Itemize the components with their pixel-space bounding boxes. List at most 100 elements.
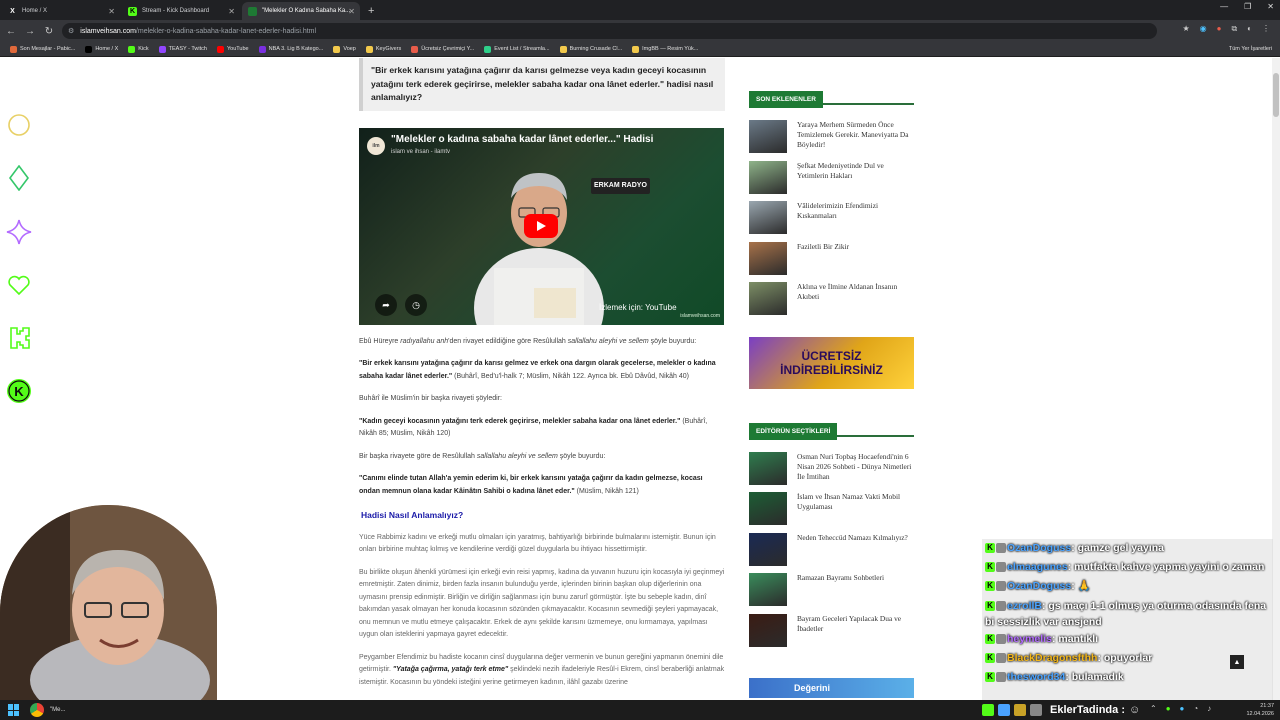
recent-post-item[interactable]: Yaraya Merhem Sürmeden Önce Temizlemek G… <box>749 120 914 161</box>
tray-app-icon[interactable]: ● <box>1180 704 1185 713</box>
page-scrollbar[interactable] <box>1272 58 1280 700</box>
bottom-banner[interactable]: Değerini <box>749 678 914 698</box>
bookmark-item[interactable]: KeyGivers <box>365 45 401 53</box>
editor-pick-item[interactable]: Neden Teheccüd Namazı Kılmalıyız? <box>749 532 914 574</box>
channel-logo-icon[interactable]: ilm <box>367 137 385 156</box>
post-thumbnail[interactable] <box>749 120 787 153</box>
youtube-video-player[interactable]: ilm "Melekler o kadına sabaha kadar lâne… <box>359 127 724 325</box>
kick-icon <box>982 704 994 716</box>
recent-post-item[interactable]: Vâlidelerimizin Efendimizi Kıskanmaları <box>749 201 914 242</box>
video-actions: ➦ ◷ <box>375 293 427 316</box>
heart-icon[interactable] <box>6 272 32 298</box>
bookmark-item[interactable]: NBA 3. Lig B Katego... <box>258 45 323 53</box>
post-thumbnail[interactable] <box>749 613 787 647</box>
taskbar-chrome-label[interactable]: "Me... <box>50 707 65 713</box>
tab-home-x[interactable]: X Home / X ✕ <box>2 2 120 20</box>
editor-pick-item[interactable]: Bayram Geceleri Yapılacak Dua ve İbadetl… <box>749 613 914 655</box>
bookmark-item[interactable]: Home / X <box>85 45 118 53</box>
close-icon[interactable]: ✕ <box>228 7 235 16</box>
text: sallallahu aleyhi ve sellem <box>567 337 649 345</box>
video-title[interactable]: "Melekler o kadına sabaha kadar lânet ed… <box>391 134 653 147</box>
post-thumbnail[interactable] <box>749 532 787 566</box>
forward-icon[interactable]: → <box>22 26 38 37</box>
scroll-top-button[interactable]: ▲ <box>1230 655 1244 669</box>
circle-icon[interactable] <box>6 112 32 138</box>
kick-badge-icon: K <box>985 601 995 612</box>
reload-icon[interactable]: ↻ <box>41 26 57 37</box>
post-title-link[interactable]: Bayram Geceleri Yapılacak Dua ve İbadetl… <box>797 614 914 634</box>
scrollbar-thumb[interactable] <box>1273 73 1279 117</box>
network-icon[interactable]: ◔ <box>1193 704 1198 713</box>
tray-chevron-icon[interactable]: ⌃ <box>1150 704 1157 713</box>
site-info-icon[interactable]: ⚙ <box>68 27 74 35</box>
post-thumbnail[interactable] <box>749 282 787 315</box>
menu-icon[interactable]: ⋮ <box>1262 24 1270 34</box>
watch-later-icon[interactable]: ◷ <box>405 293 427 316</box>
maximize-icon[interactable]: ❐ <box>1244 2 1251 11</box>
post-title-link[interactable]: Vâlidelerimizin Efendimizi Kıskanmaları <box>797 201 914 221</box>
editor-pick-item[interactable]: Ramazan Bayramı Sohbetleri <box>749 573 914 614</box>
video-header: ilm "Melekler o kadına sabaha kadar lâne… <box>367 134 653 159</box>
diamond-icon[interactable] <box>6 165 32 191</box>
post-thumbnail[interactable] <box>749 201 787 234</box>
tab-kick-dashboard[interactable]: K Stream - Kick Dashboard ✕ <box>122 2 240 20</box>
post-title-link[interactable]: Faziletli Bir Zikir <box>797 242 849 252</box>
close-icon[interactable]: ✕ <box>348 7 355 16</box>
play-button[interactable] <box>524 213 558 238</box>
address-bar[interactable]: ⚙ islamveihsan.com/melekler-o-kadina-sab… <box>62 23 1157 39</box>
all-bookmarks[interactable]: Tüm Yer İşaretleri <box>1229 46 1272 52</box>
back-icon[interactable]: ← <box>3 26 19 37</box>
volume-icon[interactable]: ♪ <box>1207 704 1211 713</box>
post-thumbnail[interactable] <box>749 573 787 606</box>
paragraph: Buhârî ile Müslim'in bir başka rivayeti … <box>359 395 502 403</box>
bookmark-item[interactable]: Son Mesajlar - Pabic... <box>10 45 75 53</box>
kick-logo-icon[interactable] <box>6 325 32 351</box>
recent-post-item[interactable]: Şefkat Medeniyetinde Dul ve Yetimlerin H… <box>749 160 914 202</box>
editor-pick-item[interactable]: Osman Nuri Topbaş Hocaefendi'nin 6 Nisan… <box>749 451 914 493</box>
new-tab-icon[interactable]: + <box>368 2 374 20</box>
extensions-puzzle-icon[interactable]: ⧉ <box>1231 24 1237 34</box>
paragraph: Bu birlikte oluşun âhenkli yürümesi için… <box>359 568 725 639</box>
sparkle-icon[interactable] <box>6 219 32 245</box>
star-icon[interactable]: ★ <box>1182 24 1189 34</box>
chrome-icon[interactable] <box>30 703 44 717</box>
editor-pick-item[interactable]: İslam ve İhsan Namaz Vakti Mobil Uygulam… <box>749 492 914 533</box>
bookmark-item[interactable]: ImgBB — Resim Yük... <box>632 45 699 53</box>
post-title-link[interactable]: Osman Nuri Topbaş Hocaefendi'nin 6 Nisan… <box>797 452 914 482</box>
recent-post-item[interactable]: Faziletli Bir Zikir <box>749 241 914 283</box>
tab-article[interactable]: "Melekler O Kadına Sabaha Ka... ✕ <box>242 2 360 20</box>
recent-post-item[interactable]: Aklına ve İlmine Aldanan İnsanın Akıbeti <box>749 282 914 323</box>
close-window-icon[interactable]: ✕ <box>1267 2 1274 11</box>
bookmark-item[interactable]: Event List / Streamla... <box>484 45 550 53</box>
post-title-link[interactable]: Şefkat Medeniyetinde Dul ve Yetimlerin H… <box>797 161 914 181</box>
free-download-banner[interactable]: ÜCRETSİZ İNDİREBİLİRSİNİZ <box>749 336 914 389</box>
post-title-link[interactable]: İslam ve İhsan Namaz Vakti Mobil Uygulam… <box>797 492 914 512</box>
watch-on-youtube[interactable]: İzlemek için: YouTube <box>599 302 677 315</box>
taskbar-clock[interactable]: 21:37 12.04.2026 <box>1246 702 1274 718</box>
post-title-link[interactable]: Yaraya Merhem Sürmeden Önce Temizlemek G… <box>797 120 914 150</box>
video-channel: islam ve ihsan - ilamtv <box>391 149 451 156</box>
post-title-link[interactable]: Aklına ve İlmine Aldanan İnsanın Akıbeti <box>797 282 914 302</box>
extension-icon[interactable]: ◉ <box>1200 24 1207 34</box>
bookmark-item[interactable]: Kick <box>128 45 149 53</box>
bookmark-label: ImgBB — Resim Yük... <box>642 46 699 52</box>
post-thumbnail[interactable] <box>749 492 787 525</box>
bookmark-item[interactable]: Voep <box>333 45 356 53</box>
bookmark-item[interactable]: YouTube <box>216 45 249 53</box>
post-thumbnail[interactable] <box>749 241 787 275</box>
bookmark-item[interactable]: Ücretsiz Çevrimiçi Y... <box>411 45 474 53</box>
profile-icon[interactable]: ◐ <box>1247 24 1252 34</box>
post-thumbnail[interactable] <box>749 451 787 485</box>
windows-start-icon[interactable] <box>8 704 20 716</box>
share-icon[interactable]: ➦ <box>375 293 397 316</box>
kick-circle-icon[interactable]: K <box>6 378 32 404</box>
post-thumbnail[interactable] <box>749 160 787 194</box>
close-icon[interactable]: ✕ <box>108 7 115 16</box>
bookmark-item[interactable]: Burning Crusade Cl... <box>559 45 622 53</box>
extension-icon[interactable]: ● <box>1217 24 1222 34</box>
tray-app-icon[interactable]: ● <box>1166 704 1171 713</box>
bookmark-item[interactable]: TEASY - Twitch <box>158 45 207 53</box>
post-title-link[interactable]: Neden Teheccüd Namazı Kılmalıyız? <box>797 533 908 543</box>
minimize-icon[interactable]: — <box>1220 2 1228 11</box>
post-title-link[interactable]: Ramazan Bayramı Sohbetleri <box>797 573 884 583</box>
